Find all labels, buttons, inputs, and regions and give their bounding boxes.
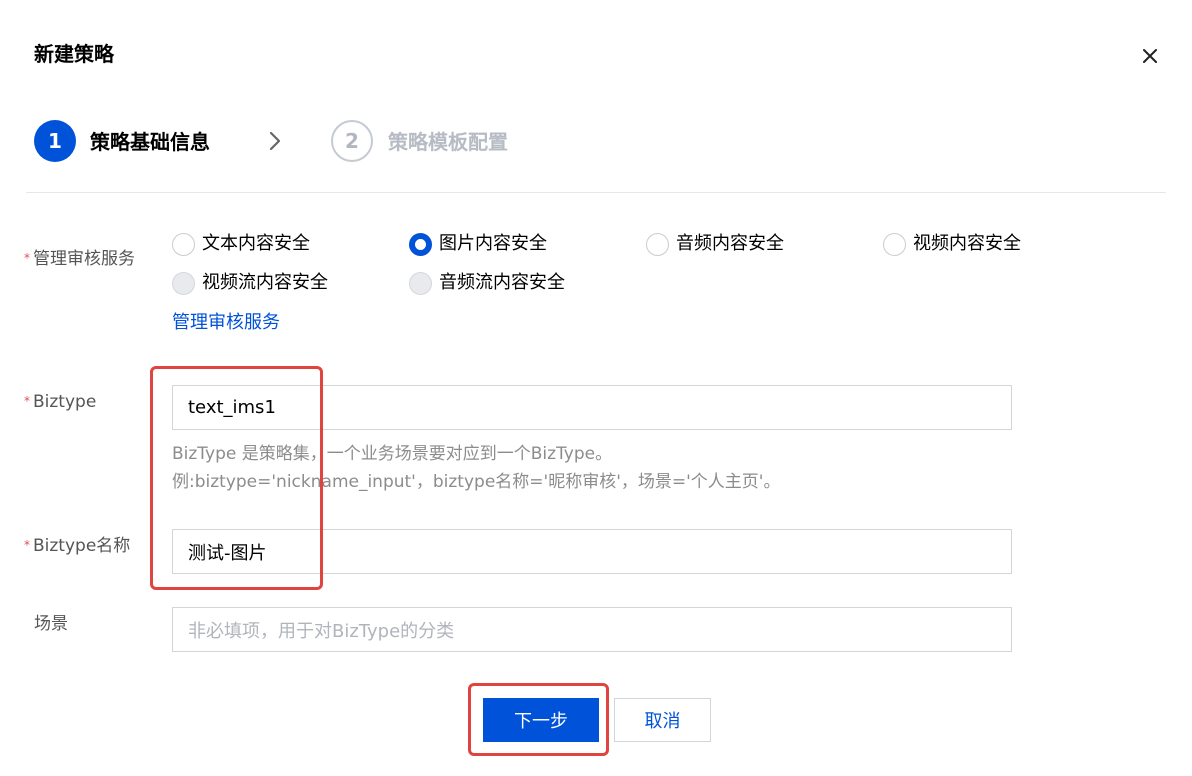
radio-disabled-icon bbox=[172, 271, 195, 295]
biztype-name-label-text: Biztype名称 bbox=[33, 536, 131, 556]
radio-audio-stream-security[interactable]: 音频流内容安全 bbox=[409, 271, 565, 295]
close-icon[interactable] bbox=[1138, 44, 1162, 68]
step-1-number: 1 bbox=[34, 120, 76, 162]
required-mark: * bbox=[24, 251, 30, 265]
scene-input[interactable]: 非必填项，用于对BizType的分类 bbox=[172, 607, 1012, 652]
radio-video-stream-security[interactable]: 视频流内容安全 bbox=[172, 271, 328, 295]
radio-circle-icon bbox=[883, 232, 906, 256]
radio-disabled-icon bbox=[409, 271, 432, 295]
radio-image-security[interactable]: 图片内容安全 bbox=[409, 232, 547, 256]
radio-label: 音频流内容安全 bbox=[439, 272, 565, 293]
required-mark: * bbox=[24, 394, 30, 408]
radio-label: 视频内容安全 bbox=[913, 233, 1021, 254]
radio-checked-icon bbox=[409, 232, 432, 256]
highlight-box bbox=[150, 366, 323, 590]
radio-text-security[interactable]: 文本内容安全 bbox=[172, 232, 310, 256]
radio-circle-icon bbox=[172, 232, 195, 256]
radio-label: 视频流内容安全 bbox=[202, 272, 328, 293]
dialog-title: 新建策略 bbox=[34, 42, 114, 66]
step-2-label: 策略模板配置 bbox=[388, 130, 508, 154]
step-2-number: 2 bbox=[331, 120, 373, 162]
chevron-right-icon bbox=[265, 130, 285, 152]
radio-label: 文本内容安全 bbox=[202, 233, 310, 254]
required-mark: * bbox=[24, 538, 30, 552]
radio-label: 音频内容安全 bbox=[676, 233, 784, 254]
scene-label: 场景 bbox=[34, 614, 68, 634]
biztype-label-text: Biztype bbox=[33, 392, 97, 412]
radio-label: 图片内容安全 bbox=[439, 233, 547, 254]
radio-audio-security[interactable]: 音频内容安全 bbox=[646, 232, 784, 256]
cancel-button[interactable]: 取消 bbox=[614, 698, 711, 742]
manage-service-link[interactable]: 管理审核服务 bbox=[172, 311, 280, 335]
biztype-name-label: * Biztype名称 bbox=[24, 534, 130, 559]
highlight-box bbox=[468, 683, 609, 756]
step-1-label: 策略基础信息 bbox=[90, 130, 210, 154]
service-label-text: 管理审核服务 bbox=[33, 249, 135, 269]
biztype-label: * Biztype bbox=[24, 390, 96, 415]
service-label: * 管理审核服务 bbox=[24, 247, 135, 272]
radio-circle-icon bbox=[646, 232, 669, 256]
radio-video-security[interactable]: 视频内容安全 bbox=[883, 232, 1021, 256]
header-divider bbox=[26, 192, 1166, 193]
